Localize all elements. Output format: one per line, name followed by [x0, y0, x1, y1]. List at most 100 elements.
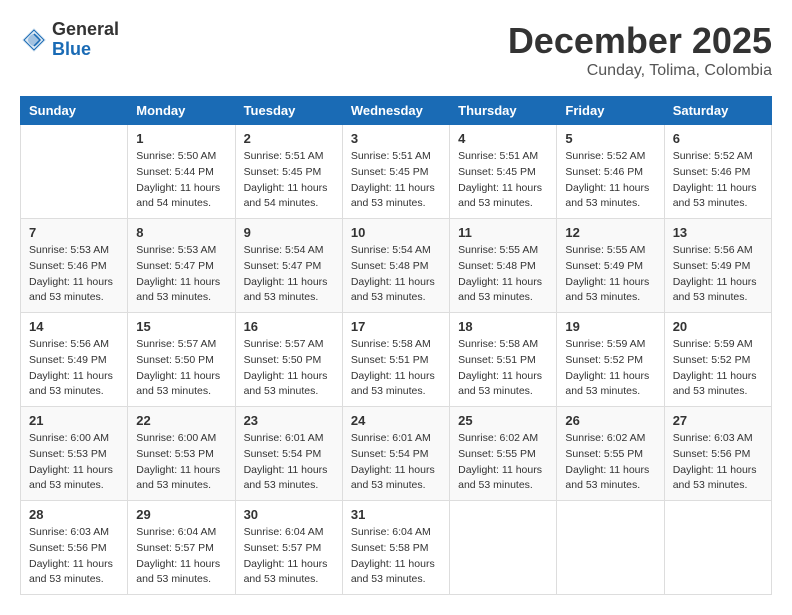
calendar-cell — [664, 501, 771, 595]
day-info: Sunrise: 5:51 AM Sunset: 5:45 PM Dayligh… — [458, 149, 548, 212]
day-info: Sunrise: 5:52 AM Sunset: 5:46 PM Dayligh… — [673, 149, 763, 212]
day-number: 4 — [458, 131, 548, 146]
day-number: 5 — [565, 131, 655, 146]
week-row-2: 7 Sunrise: 5:53 AM Sunset: 5:46 PM Daylig… — [21, 219, 772, 313]
week-row-1: 1Sunrise: 5:50 AM Sunset: 5:44 PM Daylig… — [21, 125, 772, 219]
week-row-3: 14Sunrise: 5:56 AM Sunset: 5:49 PM Dayli… — [21, 313, 772, 407]
location-title: Cunday, Tolima, Colombia — [508, 62, 772, 80]
calendar-cell: 26 Sunrise: 6:02 AM Sunset: 5:55 PM Dayli… — [557, 407, 664, 501]
calendar-cell: 4 Sunrise: 5:51 AM Sunset: 5:45 PM Daylig… — [450, 125, 557, 219]
calendar-cell: 22 Sunrise: 6:00 AM Sunset: 5:53 PM Dayli… — [128, 407, 235, 501]
day-info: Sunrise: 5:57 AM Sunset: 5:50 PM Dayligh… — [244, 337, 334, 400]
day-number: 26 — [565, 413, 655, 428]
day-info: Sunrise: 6:00 AM Sunset: 5:53 PM Dayligh… — [29, 431, 119, 494]
day-info: Sunrise: 5:54 AM Sunset: 5:48 PM Dayligh… — [351, 243, 441, 306]
weekday-header-monday: Monday — [128, 97, 235, 125]
month-title: December 2025 — [508, 20, 772, 62]
day-info: Sunrise: 5:58 AM Sunset: 5:51 PM Dayligh… — [458, 337, 548, 400]
weekday-header-tuesday: Tuesday — [235, 97, 342, 125]
day-number: 21 — [29, 413, 119, 428]
weekday-header-sunday: Sunday — [21, 97, 128, 125]
calendar-cell: 13 Sunrise: 5:56 AM Sunset: 5:49 PM Dayli… — [664, 219, 771, 313]
day-number: 24 — [351, 413, 441, 428]
day-number: 23 — [244, 413, 334, 428]
weekday-header-wednesday: Wednesday — [342, 97, 449, 125]
day-info: Sunrise: 6:03 AM Sunset: 5:56 PM Dayligh… — [673, 431, 763, 494]
day-info: Sunrise: 6:00 AM Sunset: 5:53 PM Dayligh… — [136, 431, 226, 494]
calendar-cell: 17Sunrise: 5:58 AM Sunset: 5:51 PM Dayli… — [342, 313, 449, 407]
day-info: Sunrise: 5:58 AM Sunset: 5:51 PM Dayligh… — [351, 337, 441, 400]
calendar-cell: 2Sunrise: 5:51 AM Sunset: 5:45 PM Daylig… — [235, 125, 342, 219]
day-number: 6 — [673, 131, 763, 146]
calendar-cell: 25 Sunrise: 6:02 AM Sunset: 5:55 PM Dayli… — [450, 407, 557, 501]
day-info: Sunrise: 5:56 AM Sunset: 5:49 PM Dayligh… — [29, 337, 119, 400]
calendar-cell: 10 Sunrise: 5:54 AM Sunset: 5:48 PM Dayli… — [342, 219, 449, 313]
calendar-cell: 19Sunrise: 5:59 AM Sunset: 5:52 PM Dayli… — [557, 313, 664, 407]
calendar-cell: 15 Sunrise: 5:57 AM Sunset: 5:50 PM Dayli… — [128, 313, 235, 407]
logo: General Blue — [20, 20, 119, 60]
day-info: Sunrise: 6:01 AM Sunset: 5:54 PM Dayligh… — [351, 431, 441, 494]
calendar-cell: 24 Sunrise: 6:01 AM Sunset: 5:54 PM Dayli… — [342, 407, 449, 501]
day-number: 2 — [244, 131, 334, 146]
calendar-cell: 30Sunrise: 6:04 AM Sunset: 5:57 PM Dayli… — [235, 501, 342, 595]
weekday-header-row: SundayMondayTuesdayWednesdayThursdayFrid… — [21, 97, 772, 125]
day-number: 25 — [458, 413, 548, 428]
day-info: Sunrise: 5:50 AM Sunset: 5:44 PM Dayligh… — [136, 149, 226, 212]
day-info: Sunrise: 6:04 AM Sunset: 5:57 PM Dayligh… — [136, 525, 226, 588]
day-number: 20 — [673, 319, 763, 334]
day-number: 10 — [351, 225, 441, 240]
day-info: Sunrise: 5:53 AM Sunset: 5:47 PM Dayligh… — [136, 243, 226, 306]
calendar-cell: 31 Sunrise: 6:04 AM Sunset: 5:58 PM Dayli… — [342, 501, 449, 595]
calendar-cell: 21 Sunrise: 6:00 AM Sunset: 5:53 PM Dayli… — [21, 407, 128, 501]
day-info: Sunrise: 5:54 AM Sunset: 5:47 PM Dayligh… — [244, 243, 334, 306]
calendar-cell: 1Sunrise: 5:50 AM Sunset: 5:44 PM Daylig… — [128, 125, 235, 219]
day-info: Sunrise: 5:51 AM Sunset: 5:45 PM Dayligh… — [351, 149, 441, 212]
day-number: 16 — [244, 319, 334, 334]
day-number: 22 — [136, 413, 226, 428]
logo-blue-text: Blue — [52, 40, 119, 60]
day-number: 11 — [458, 225, 548, 240]
calendar-cell: 27Sunrise: 6:03 AM Sunset: 5:56 PM Dayli… — [664, 407, 771, 501]
day-number: 7 — [29, 225, 119, 240]
calendar-cell: 5Sunrise: 5:52 AM Sunset: 5:46 PM Daylig… — [557, 125, 664, 219]
day-number: 13 — [673, 225, 763, 240]
day-info: Sunrise: 6:02 AM Sunset: 5:55 PM Dayligh… — [565, 431, 655, 494]
calendar-cell: 7 Sunrise: 5:53 AM Sunset: 5:46 PM Daylig… — [21, 219, 128, 313]
weekday-header-friday: Friday — [557, 97, 664, 125]
calendar-cell: 20Sunrise: 5:59 AM Sunset: 5:52 PM Dayli… — [664, 313, 771, 407]
day-number: 15 — [136, 319, 226, 334]
day-number: 12 — [565, 225, 655, 240]
day-info: Sunrise: 5:57 AM Sunset: 5:50 PM Dayligh… — [136, 337, 226, 400]
calendar-cell: 14Sunrise: 5:56 AM Sunset: 5:49 PM Dayli… — [21, 313, 128, 407]
calendar-cell: 11Sunrise: 5:55 AM Sunset: 5:48 PM Dayli… — [450, 219, 557, 313]
day-info: Sunrise: 6:02 AM Sunset: 5:55 PM Dayligh… — [458, 431, 548, 494]
day-info: Sunrise: 6:04 AM Sunset: 5:57 PM Dayligh… — [244, 525, 334, 588]
calendar-cell: 16 Sunrise: 5:57 AM Sunset: 5:50 PM Dayli… — [235, 313, 342, 407]
calendar-cell: 29 Sunrise: 6:04 AM Sunset: 5:57 PM Dayli… — [128, 501, 235, 595]
calendar-cell: 18Sunrise: 5:58 AM Sunset: 5:51 PM Dayli… — [450, 313, 557, 407]
calendar-cell: 9Sunrise: 5:54 AM Sunset: 5:47 PM Daylig… — [235, 219, 342, 313]
day-number: 8 — [136, 225, 226, 240]
calendar-cell — [450, 501, 557, 595]
day-number: 29 — [136, 507, 226, 522]
day-number: 3 — [351, 131, 441, 146]
logo-text: General Blue — [52, 20, 119, 60]
day-number: 31 — [351, 507, 441, 522]
logo-general-text: General — [52, 20, 119, 40]
day-info: Sunrise: 6:01 AM Sunset: 5:54 PM Dayligh… — [244, 431, 334, 494]
header: General Blue December 2025 Cunday, Tolim… — [20, 20, 772, 80]
day-info: Sunrise: 5:59 AM Sunset: 5:52 PM Dayligh… — [565, 337, 655, 400]
day-info: Sunrise: 5:55 AM Sunset: 5:49 PM Dayligh… — [565, 243, 655, 306]
weekday-header-saturday: Saturday — [664, 97, 771, 125]
calendar-cell: 8 Sunrise: 5:53 AM Sunset: 5:47 PM Daylig… — [128, 219, 235, 313]
calendar-cell: 6 Sunrise: 5:52 AM Sunset: 5:46 PM Daylig… — [664, 125, 771, 219]
calendar-cell: 28Sunrise: 6:03 AM Sunset: 5:56 PM Dayli… — [21, 501, 128, 595]
day-info: Sunrise: 5:56 AM Sunset: 5:49 PM Dayligh… — [673, 243, 763, 306]
day-info: Sunrise: 6:04 AM Sunset: 5:58 PM Dayligh… — [351, 525, 441, 588]
week-row-4: 21 Sunrise: 6:00 AM Sunset: 5:53 PM Dayli… — [21, 407, 772, 501]
calendar-cell: 23 Sunrise: 6:01 AM Sunset: 5:54 PM Dayli… — [235, 407, 342, 501]
title-section: December 2025 Cunday, Tolima, Colombia — [508, 20, 772, 80]
calendar-cell — [557, 501, 664, 595]
day-info: Sunrise: 5:53 AM Sunset: 5:46 PM Dayligh… — [29, 243, 119, 306]
week-row-5: 28Sunrise: 6:03 AM Sunset: 5:56 PM Dayli… — [21, 501, 772, 595]
